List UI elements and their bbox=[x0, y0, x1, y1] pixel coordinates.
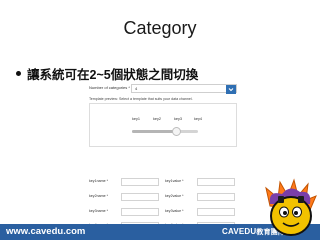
key-name-input[interactable] bbox=[121, 178, 159, 186]
key-value-label: key1value * bbox=[165, 179, 184, 183]
categories-select[interactable]: 4 bbox=[131, 84, 237, 94]
brand-text: CAVEDU bbox=[222, 227, 257, 236]
key-name-label: key3name * bbox=[89, 209, 108, 213]
categories-value: 4 bbox=[135, 86, 138, 91]
bullet-dot-icon bbox=[16, 71, 21, 76]
slider-track-fill bbox=[132, 130, 176, 133]
slider-key-label: key2 bbox=[153, 117, 162, 121]
categories-row: Number of categories * 4 bbox=[89, 84, 237, 94]
key-value-input[interactable] bbox=[197, 178, 235, 186]
key-value-label: key3value * bbox=[165, 209, 184, 213]
bullet-text: 讓系統可在2~5個狀態之間切換 bbox=[27, 68, 199, 82]
key-name-label: key2name * bbox=[89, 194, 108, 198]
key-row: key2name * key2value * bbox=[89, 193, 237, 201]
key-row: key3name * key3value * bbox=[89, 208, 237, 216]
slider-handle[interactable] bbox=[171, 127, 181, 136]
slider-key-label: key4 bbox=[194, 117, 203, 121]
bullet-point: 讓系統可在2~5個狀態之間切換 bbox=[16, 64, 198, 83]
cavedu-mascot-icon bbox=[264, 178, 318, 238]
key-name-label: key1name * bbox=[89, 179, 108, 183]
site-url-link[interactable]: www.cavedu.com bbox=[6, 226, 85, 237]
category-config-panel: Number of categories * 4 Template previe… bbox=[86, 82, 240, 230]
slider-preview: key1 key2 key3 key4 bbox=[89, 103, 237, 147]
key-value-input[interactable] bbox=[197, 208, 235, 216]
slider-track[interactable] bbox=[132, 130, 198, 133]
key-value-label: key2value * bbox=[165, 194, 184, 198]
key-name-input[interactable] bbox=[121, 193, 159, 201]
template-preview-text: Template preview: Select a template that… bbox=[89, 97, 193, 101]
key-row: key1name * key1value * bbox=[89, 178, 237, 186]
key-value-input[interactable] bbox=[197, 193, 235, 201]
slide-title: Category bbox=[123, 18, 197, 38]
select-dropdown-button[interactable] bbox=[226, 85, 236, 94]
slider-key-label: key1 bbox=[132, 117, 141, 121]
key-name-input[interactable] bbox=[121, 208, 159, 216]
chevron-down-icon bbox=[228, 88, 234, 92]
categories-label: Number of categories * bbox=[89, 85, 130, 90]
slider-key-label: key3 bbox=[174, 117, 183, 121]
